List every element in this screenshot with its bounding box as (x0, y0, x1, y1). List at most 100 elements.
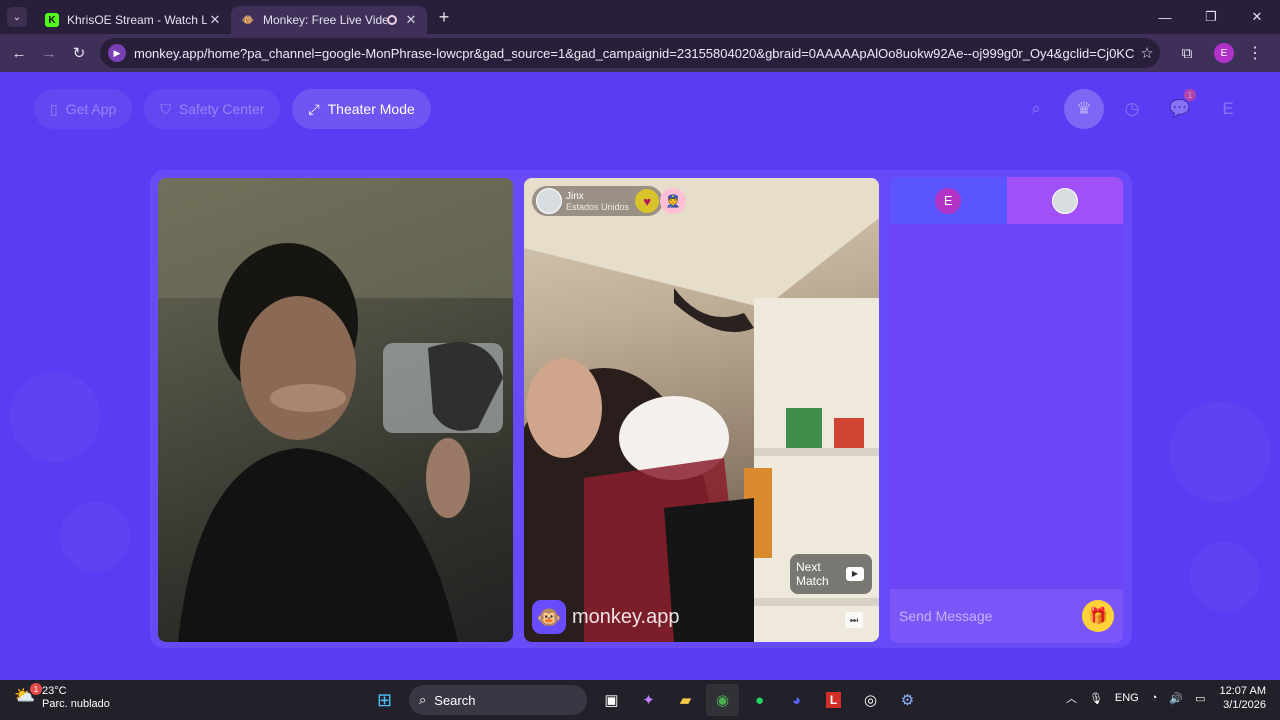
close-tab-icon[interactable]: ✕ (207, 12, 223, 28)
peer-info-pill[interactable]: Jinx Estados Unidos ♥ (532, 186, 664, 216)
notification-badge: 1 (1184, 89, 1196, 101)
shield-icon: ⛉ (160, 100, 171, 117)
kick-favicon-icon: K (45, 13, 59, 27)
self-camera-image (158, 178, 513, 642)
phone-icon: ▯ (50, 100, 58, 117)
brand-text: monkey.app (572, 605, 680, 628)
chat-panel: E 🎁 (890, 177, 1123, 643)
next-match-label: Next Match (796, 560, 829, 588)
system-tray: ︿ 🎙 ENG ◔ 🔊 ▭ 12:07 AM 3/1/2026 (1054, 684, 1266, 712)
next-match-button[interactable]: Next Match ▶ (790, 554, 872, 594)
tab-khrisoe-stream[interactable]: K KhrisOE Stream - Watch Live on ✕ (35, 6, 231, 34)
settings-gear-icon[interactable]: ⚙ (891, 684, 924, 716)
chat-header: E (890, 177, 1123, 224)
wifi-icon[interactable]: ◔ (1151, 692, 1158, 704)
temperature: 23°C (42, 685, 67, 697)
lastpass-icon[interactable]: L (817, 684, 850, 716)
obs-icon[interactable]: ◎ (854, 684, 887, 716)
windows-start-icon[interactable]: ⊞ (368, 684, 401, 716)
my-avatar: E (935, 187, 962, 214)
close-window-icon[interactable]: ✕ (1234, 0, 1280, 34)
background-decoration (1190, 542, 1260, 612)
windows-taskbar: ⛅ 1 23°C Parc. nublado ⊞ ⌕ Search ▣ ✦ ▰ ◉… (0, 680, 1280, 720)
background-decoration (10, 372, 100, 462)
extensions-icon[interactable]: ⧉ (1172, 38, 1202, 68)
browser-toolbar: ← → ↻ ▶ monkey.app/home?pa_channel=googl… (0, 34, 1280, 72)
skip-icon[interactable]: ⏭ (845, 612, 863, 628)
menu-kebab-icon[interactable]: ⋮ (1240, 43, 1270, 63)
reload-icon[interactable]: ↻ (64, 38, 94, 68)
camera-site-icon[interactable]: ▶ (108, 44, 126, 62)
peer-video-feed: Jinx Estados Unidos ♥ 👮 Next Match ▶ 🐵 m… (524, 178, 879, 642)
tab-title: KhrisOE Stream - Watch Live on (67, 13, 207, 27)
profile-button[interactable]: E (1208, 89, 1248, 129)
file-explorer-icon[interactable]: ▰ (669, 684, 702, 716)
play-icon: ▶ (846, 567, 864, 581)
battery-icon[interactable]: ▭ (1195, 692, 1205, 705)
history-clock-icon[interactable]: ◷ (1112, 89, 1152, 129)
window-controls: — ❐ ✕ (1142, 0, 1280, 34)
heart-icon[interactable]: ♥ (635, 189, 660, 213)
chrome-icon[interactable]: ◉ (706, 684, 739, 716)
forward-arrow-icon[interactable]: → (34, 38, 64, 68)
brand-watermark: 🐵 monkey.app (532, 600, 679, 634)
get-app-button[interactable]: ▯ Get App (34, 89, 133, 129)
monkey-favicon-icon: 🐵 (241, 14, 255, 26)
peer-text: Jinx Estados Unidos (566, 191, 629, 212)
weather-text: 23°C Parc. nublado (42, 685, 110, 711)
restore-icon[interactable]: ❐ (1188, 0, 1234, 34)
peer-avatar[interactable] (536, 188, 562, 214)
url-text[interactable]: monkey.app/home?pa_channel=google-MonPhr… (134, 46, 1134, 61)
monkey-logo-icon: 🐵 (532, 600, 566, 634)
police-badge-icon[interactable]: 👮 (660, 188, 686, 214)
recording-indicator-icon (387, 15, 397, 25)
volume-icon[interactable]: 🔊 (1169, 692, 1183, 705)
microphone-icon[interactable]: 🎙 (1089, 692, 1103, 705)
weather-condition: Parc. nublado (42, 698, 110, 710)
task-view-icon[interactable]: ▣ (595, 684, 628, 716)
tab-search-button[interactable]: ⌄ (7, 7, 27, 27)
back-arrow-icon[interactable]: ← (4, 38, 34, 68)
date: 3/1/2026 (1223, 699, 1266, 711)
close-tab-icon[interactable]: ✕ (403, 12, 419, 28)
safety-center-button[interactable]: ⛉ Safety Center (144, 89, 281, 129)
weather-widget[interactable]: ⛅ 1 23°C Parc. nublado (14, 683, 110, 711)
peer-country: Estados Unidos (566, 201, 630, 212)
search-icon[interactable]: ⌕ (1016, 89, 1056, 129)
language-indicator[interactable]: ENG (1115, 692, 1139, 704)
discord-icon[interactable]: ◕ (780, 684, 813, 716)
copilot-icon[interactable]: ✦ (632, 684, 665, 716)
peer-chat-avatar (1051, 187, 1078, 214)
weather-badge: 1 (30, 683, 42, 695)
tray-chevron-icon[interactable]: ︿ (1066, 690, 1077, 706)
self-video-feed (158, 178, 513, 642)
chat-input-bar: 🎁 (890, 589, 1123, 643)
chat-tab-peer[interactable] (1006, 177, 1123, 224)
cloud-sun-icon: ⛅ 1 (14, 683, 42, 710)
profile-avatar[interactable]: E (1214, 43, 1234, 63)
taskbar-search-label: Search (434, 692, 476, 708)
time: 12:07 AM (1219, 685, 1266, 697)
taskbar-search[interactable]: ⌕ Search (409, 685, 587, 715)
new-tab-button[interactable]: + (431, 7, 457, 28)
chat-tab-me[interactable]: E (890, 177, 1007, 224)
spotify-icon[interactable]: ● (743, 684, 776, 716)
taskbar-apps: ⊞ ⌕ Search ▣ ✦ ▰ ◉ ● ◕ L ◎ ⚙ (368, 684, 924, 716)
tab-monkey[interactable]: 🐵 Monkey: Free Live Video Ch ✕ (231, 6, 427, 34)
clock[interactable]: 12:07 AM 3/1/2026 (1220, 684, 1266, 712)
address-bar[interactable]: ▶ monkey.app/home?pa_channel=google-MonP… (100, 38, 1160, 68)
theater-mode-label: Theater Mode (327, 101, 415, 117)
get-app-label: Get App (65, 101, 117, 117)
gift-icon[interactable]: 🎁 (1082, 600, 1114, 632)
safety-center-label: Safety Center (178, 101, 265, 117)
send-message-input[interactable] (899, 608, 1082, 624)
top-nav-right: ⌕ ♛ ◷ 💬 1 E (1016, 89, 1248, 129)
messages-icon[interactable]: 💬 1 (1160, 89, 1200, 129)
theater-mode-button[interactable]: ⤢ Theater Mode (292, 89, 431, 129)
bookmark-star-icon[interactable]: ☆ (1134, 44, 1160, 62)
minimize-icon[interactable]: — (1142, 0, 1188, 34)
background-decoration (60, 502, 130, 572)
peer-name: Jinx (566, 190, 584, 202)
background-decoration (1170, 402, 1270, 502)
crown-icon[interactable]: ♛ (1064, 89, 1104, 129)
